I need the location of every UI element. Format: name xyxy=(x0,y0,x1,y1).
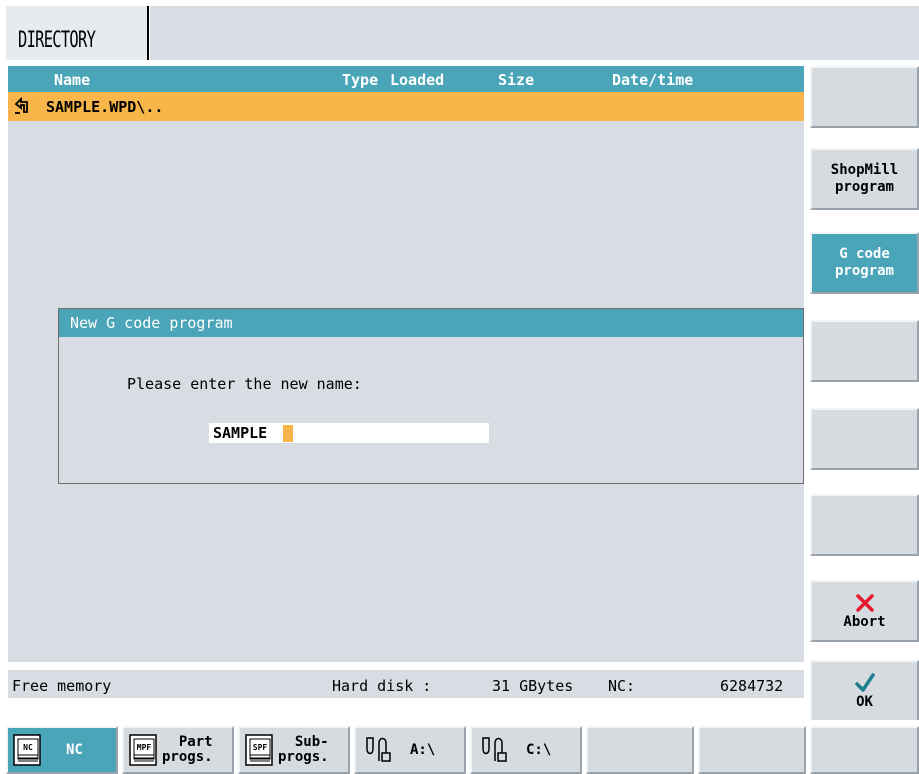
hard-disk-label: Hard disk : xyxy=(332,677,432,695)
spf-icon-text: SPF xyxy=(253,743,268,752)
gcode-label-2: program xyxy=(834,263,894,279)
shopmill-program-button[interactable]: ShopMill program xyxy=(810,148,919,210)
dialog-title: New G code program xyxy=(70,314,233,332)
nc-icon-text: NC xyxy=(23,743,33,752)
column-header: Name Type Loaded Size Date/time xyxy=(8,66,804,92)
ok-label: OK xyxy=(856,693,873,710)
header: DIRECTORY xyxy=(0,0,919,60)
drive-c-label: C:\ xyxy=(526,742,552,758)
softkey-empty-h2[interactable] xyxy=(698,726,806,774)
status-bar: Free memory Hard disk : 31 GBytes NC: 62… xyxy=(8,670,804,698)
subprograms-button[interactable]: SPF Sub- progs. xyxy=(238,726,350,774)
program-name-input[interactable] xyxy=(209,423,489,443)
dialog-prompt: Please enter the new name: xyxy=(127,375,362,393)
free-memory-label: Free memory xyxy=(12,677,112,695)
shopmill-label-1: ShopMill xyxy=(830,162,899,178)
horizontal-softkeys: NC NC MPF Part progs. SPF Sub- progs. A:… xyxy=(0,720,919,774)
abort-label: Abort xyxy=(843,613,886,630)
nc-memory-label: NC: xyxy=(608,677,636,695)
dialog-title-bar: New G code program xyxy=(59,309,803,337)
softkey-empty-h1[interactable] xyxy=(586,726,694,774)
ok-button[interactable]: OK xyxy=(810,660,919,722)
page-title: DIRECTORY xyxy=(18,28,96,53)
col-type[interactable]: Type xyxy=(342,71,378,89)
nc-label: NC xyxy=(66,742,83,758)
part-programs-label: Part progs. xyxy=(162,735,213,765)
col-name[interactable]: Name xyxy=(54,71,90,89)
drive-connector-icon xyxy=(482,737,507,762)
drive-a-label: A:\ xyxy=(410,742,436,758)
sub-label-1: Sub- xyxy=(294,734,329,750)
col-datetime[interactable]: Date/time xyxy=(612,71,693,89)
gcode-label-1: G code xyxy=(839,246,890,262)
sub-label-2: progs. xyxy=(278,749,329,765)
spf-icon: SPF xyxy=(245,734,273,766)
title-area: DIRECTORY xyxy=(6,6,149,60)
col-loaded[interactable]: Loaded xyxy=(390,71,444,89)
close-icon xyxy=(855,593,874,612)
list-item[interactable]: SAMPLE.WPD\.. xyxy=(8,92,804,121)
new-program-dialog: New G code program Please enter the new … xyxy=(58,308,804,484)
drive-c-button[interactable]: C:\ xyxy=(470,726,582,774)
col-size[interactable]: Size xyxy=(498,71,534,89)
part-programs-button[interactable]: MPF Part progs. xyxy=(122,726,234,774)
nc-button[interactable]: NC NC xyxy=(6,726,118,774)
text-cursor xyxy=(283,425,293,442)
shopmill-label-2: program xyxy=(834,179,894,195)
parent-directory-icon xyxy=(14,96,28,114)
drive-connector-icon xyxy=(366,737,391,762)
screen: DIRECTORY Name Type Loaded Size Date/tim… xyxy=(0,0,919,774)
header-strip xyxy=(150,6,919,60)
nc-memory-value: 6284732 xyxy=(720,677,784,695)
part-label-2: progs. xyxy=(162,749,213,765)
softkey-empty-3[interactable] xyxy=(810,408,919,470)
abort-button[interactable]: Abort xyxy=(810,580,919,642)
hard-disk-value: 31 GBytes xyxy=(492,677,574,695)
part-label-1: Part xyxy=(178,734,213,750)
mpf-icon-text: MPF xyxy=(137,743,152,752)
drive-a-button[interactable]: A:\ xyxy=(354,726,466,774)
softkey-empty-1[interactable] xyxy=(810,66,919,128)
subprograms-label: Sub- progs. xyxy=(278,735,329,765)
directory-panel: Name Type Loaded Size Date/time SAMPLE.W… xyxy=(8,66,804,662)
softkey-empty-2[interactable] xyxy=(810,320,919,382)
vertical-softkeys: ShopMill program G code program Abort OK xyxy=(804,60,919,722)
checkmark-icon xyxy=(854,672,875,692)
softkey-empty-h3[interactable] xyxy=(810,726,919,774)
list-item-name: SAMPLE.WPD\.. xyxy=(46,98,164,116)
softkey-empty-4[interactable] xyxy=(810,494,919,556)
mpf-icon: MPF xyxy=(129,734,157,766)
nc-directory-icon: NC xyxy=(13,734,41,766)
gcode-program-button[interactable]: G code program xyxy=(810,232,919,294)
